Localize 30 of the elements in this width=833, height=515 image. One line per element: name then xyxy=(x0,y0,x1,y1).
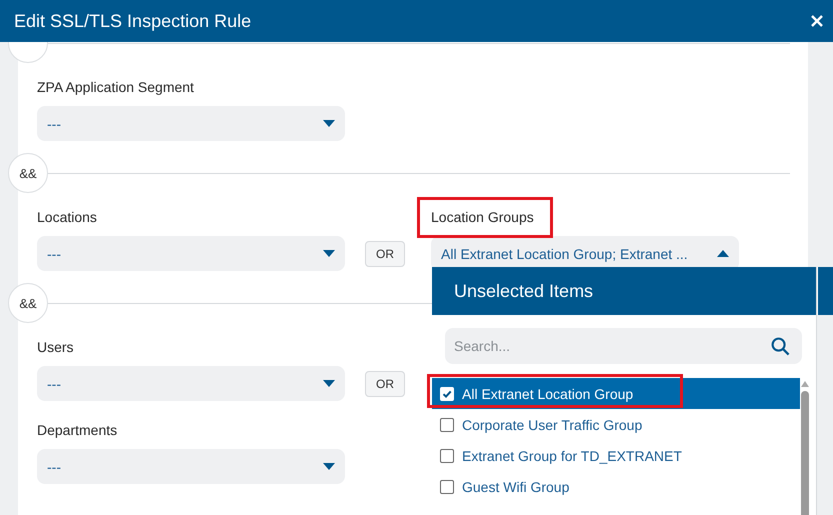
or-button[interactable]: OR xyxy=(365,241,405,267)
checkbox[interactable] xyxy=(440,480,454,494)
select-dropdown[interactable]: --- xyxy=(37,106,345,141)
list-item[interactable]: Guest Wifi Group xyxy=(432,471,800,502)
list-item[interactable]: Corporate User Traffic Group xyxy=(432,409,800,440)
checkbox[interactable] xyxy=(440,448,454,462)
checkbox[interactable] xyxy=(440,418,454,432)
caret-down-icon xyxy=(323,463,335,470)
list-item[interactable]: Extranet Group for TD_EXTRANET xyxy=(432,440,800,471)
field-label: Users xyxy=(37,339,74,355)
search-field[interactable]: Search... xyxy=(445,328,802,364)
or-button[interactable]: OR xyxy=(365,371,405,397)
select-dropdown[interactable]: --- xyxy=(37,236,345,271)
window-title: Edit SSL/TLS Inspection Rule xyxy=(14,10,252,32)
caret-down-icon xyxy=(323,250,335,257)
search-icon[interactable] xyxy=(771,337,790,356)
close-icon[interactable] xyxy=(811,15,823,27)
field-label: Location Groups xyxy=(431,209,534,225)
caret-down-icon xyxy=(323,380,335,387)
field-label: Departments xyxy=(37,422,118,438)
list-item[interactable]: All Extranet Location Group xyxy=(432,378,800,409)
caret-down-icon xyxy=(323,120,335,127)
dropdown-title: Unselected Items xyxy=(454,280,594,302)
select-dropdown[interactable]: --- xyxy=(37,449,345,484)
caret-up-icon xyxy=(717,250,729,257)
connector-badge: && xyxy=(8,283,48,323)
connector-badge: && xyxy=(8,153,48,193)
select-dropdown[interactable]: --- xyxy=(37,366,345,401)
field-label: Locations xyxy=(37,209,97,225)
field-label: ZPA Application Segment xyxy=(37,79,194,95)
